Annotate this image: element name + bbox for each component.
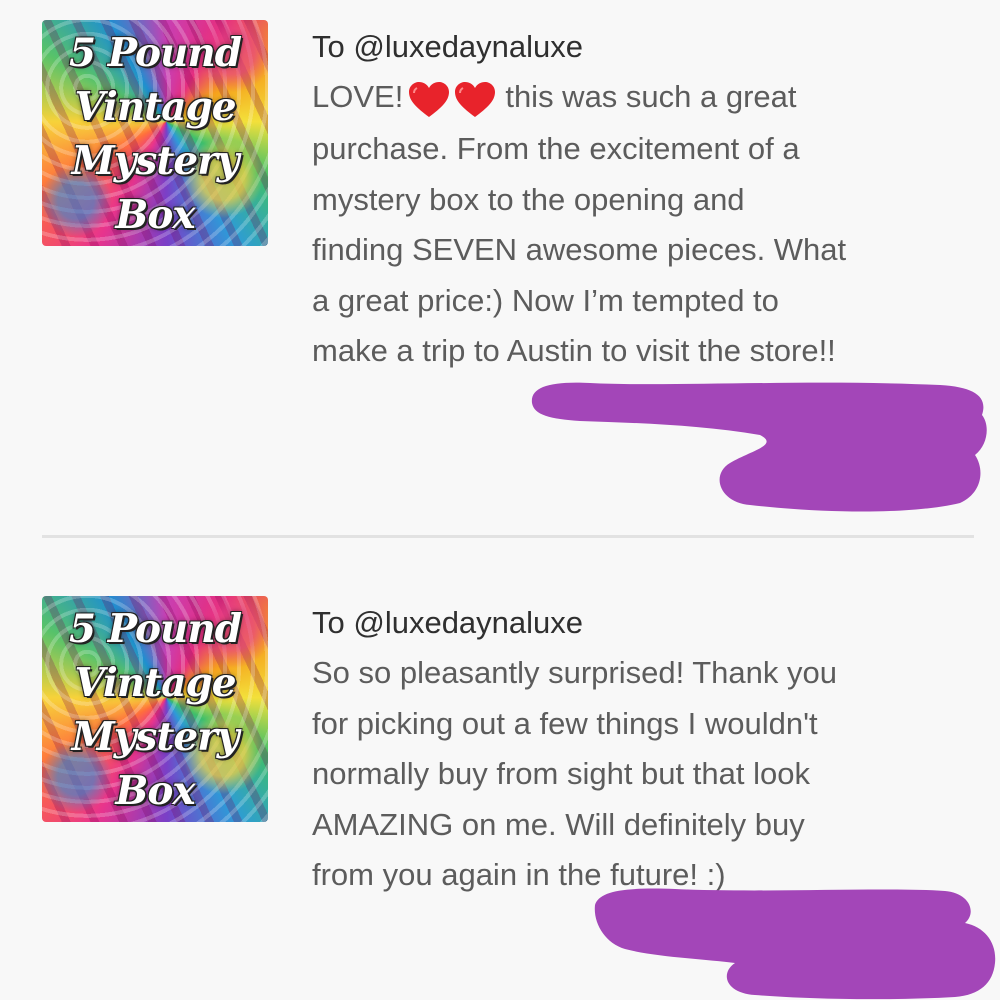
review-text-line: purchase. From the excitement of a — [312, 131, 800, 167]
review-item: 5 Pound Vintage Mystery Box To @luxedayn… — [0, 538, 1000, 1000]
redaction-scribble — [531, 382, 987, 512]
review-text-line: AMAZING on me. Will definitely buy — [312, 806, 805, 842]
review-text-line: a great price:) Now I’m tempted to — [312, 282, 779, 318]
product-logo-text: 5 Pound Vintage Mystery Box — [69, 30, 242, 238]
review-text-line: finding SEVEN awesome pieces. What — [312, 232, 847, 268]
review-recipient[interactable]: To @luxedaynaluxe — [312, 22, 982, 72]
review-text-line: mystery box to the opening and — [312, 181, 745, 217]
product-thumbnail[interactable]: 5 Pound Vintage Mystery Box — [42, 596, 268, 822]
review-text-line: normally buy from sight but that look — [312, 756, 810, 791]
review-text-line: LOVE! this was such a great — [312, 72, 982, 124]
review-content: To @luxedaynaluxe LOVE! this was such a … — [312, 22, 982, 377]
review-recipient[interactable]: To @luxedaynaluxe — [312, 598, 982, 648]
review-content: To @luxedaynaluxe So so pleasantly surpr… — [312, 598, 982, 901]
product-logo-text: 5 Pound Vintage Mystery Box — [69, 606, 242, 814]
review-item: 5 Pound Vintage Mystery Box To @luxedayn… — [0, 0, 1000, 535]
review-text-line: for picking out a few things I wouldn't — [312, 705, 818, 741]
redaction-scribble — [594, 888, 996, 1000]
review-text-line: So so pleasantly surprised! Thank you — [312, 655, 838, 690]
reviews-feed: 5 Pound Vintage Mystery Box To @luxedayn… — [0, 0, 1000, 1000]
heart-emoji-icon — [407, 74, 499, 125]
product-thumbnail[interactable]: 5 Pound Vintage Mystery Box — [42, 20, 268, 246]
review-text-line: make a trip to Austin to visit the store… — [312, 333, 836, 369]
